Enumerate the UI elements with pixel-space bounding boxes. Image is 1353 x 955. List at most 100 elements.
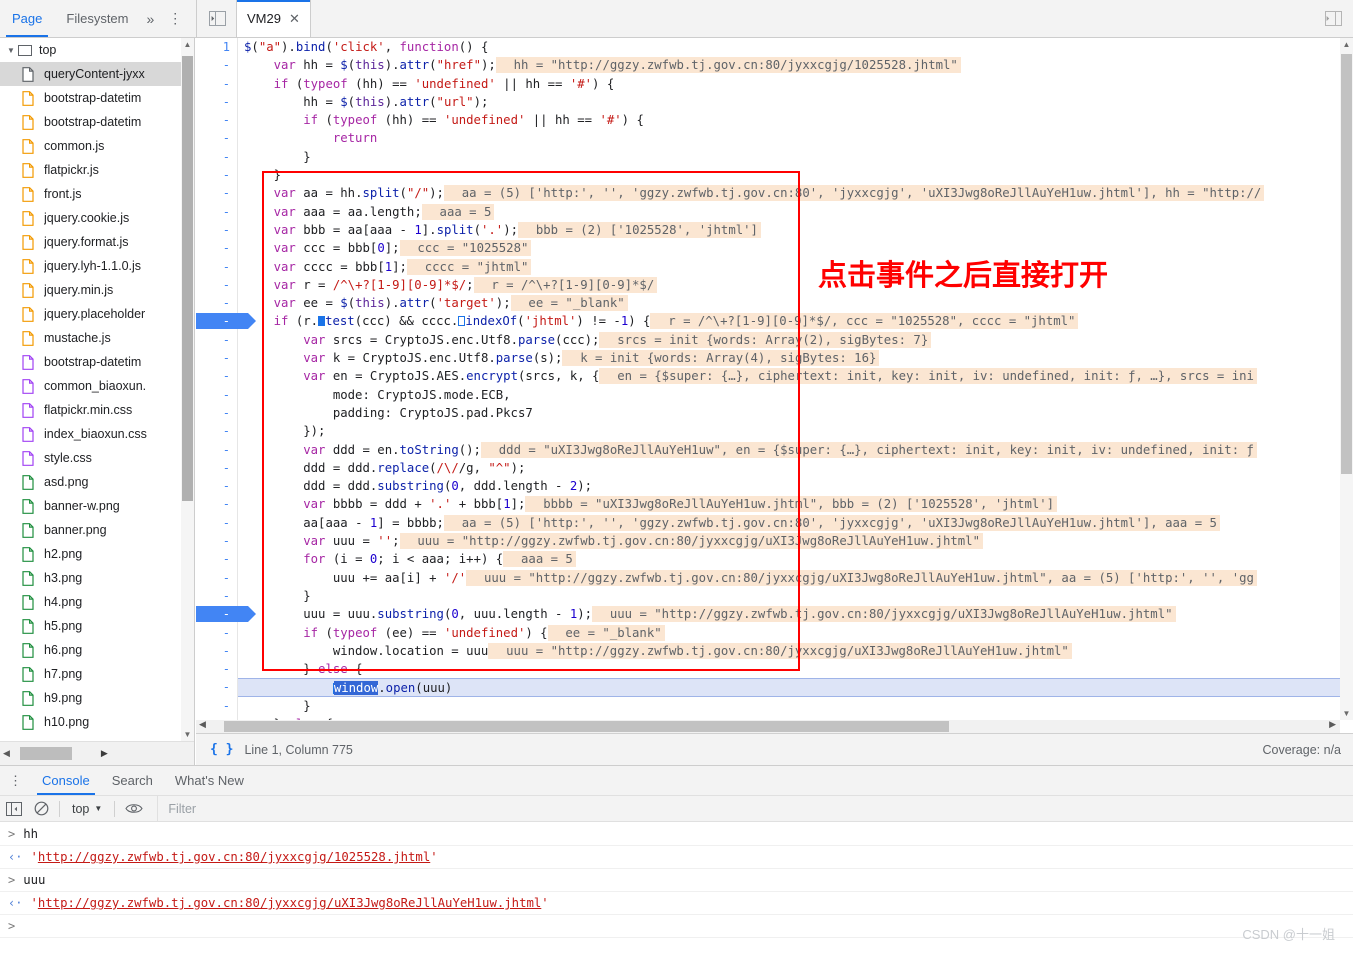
line-number-marker[interactable]: -: [196, 422, 237, 440]
line-number-marker[interactable]: -: [196, 660, 237, 678]
chevron-down-icon[interactable]: ▼: [4, 46, 18, 55]
code-line[interactable]: var k = CryptoJS.enc.Utf8.parse(s); k = …: [238, 349, 1340, 367]
file-tree-item[interactable]: banner.png: [0, 518, 194, 542]
line-number-marker[interactable]: -: [196, 349, 237, 367]
pretty-print-icon[interactable]: { }: [210, 742, 233, 757]
tab-filesystem[interactable]: Filesystem: [54, 0, 140, 37]
file-tree-item[interactable]: jquery.placeholder: [0, 302, 194, 326]
file-list[interactable]: queryContent-jyxx bootstrap-datetim bootst…: [0, 62, 194, 734]
line-number-marker[interactable]: -: [196, 184, 237, 202]
chevron-down-icon[interactable]: ▼: [94, 804, 102, 813]
line-number-marker[interactable]: -: [196, 624, 237, 642]
file-tree-item[interactable]: h7.png: [0, 662, 194, 686]
code-line[interactable]: $("a").bind('click', function() {: [238, 38, 1340, 56]
file-tree-item[interactable]: common.js: [0, 134, 194, 158]
eye-icon[interactable]: [119, 796, 149, 822]
code-line[interactable]: }: [238, 148, 1340, 166]
code-line[interactable]: var en = CryptoJS.AES.encrypt(srcs, k, {…: [238, 367, 1340, 385]
line-number-marker[interactable]: -: [196, 276, 237, 294]
console-output-row[interactable]: ‹· 'http://ggzy.zwfwb.tj.gov.cn:80/jyxxcg…: [0, 892, 1353, 915]
line-number-marker[interactable]: -: [196, 221, 237, 239]
code-line[interactable]: var ccc = bbb[0]; ccc = "1025528": [238, 239, 1340, 257]
code-line[interactable]: if (typeof (hh) == 'undefined' || hh == …: [238, 75, 1340, 93]
line-number-marker[interactable]: -: [196, 495, 237, 513]
file-tree-item[interactable]: bootstrap-datetim: [0, 110, 194, 134]
tab-console[interactable]: Console: [31, 766, 101, 795]
tab-page[interactable]: Page: [0, 0, 54, 37]
file-tree-item[interactable]: common_biaoxun.: [0, 374, 194, 398]
close-icon[interactable]: ✕: [289, 11, 300, 27]
scroll-right-icon[interactable]: ▶: [1329, 719, 1336, 730]
execution-context-selector[interactable]: top ▼: [64, 802, 110, 816]
code-line[interactable]: }: [238, 166, 1340, 184]
code-line[interactable]: if (r. test(ccc) && cccc. indexOf('jhtml')…: [238, 312, 1340, 330]
file-tree-item[interactable]: asd.png: [0, 470, 194, 494]
code-line[interactable]: var uuu = ''; uuu = "http://ggzy.zwfwb.t…: [238, 532, 1340, 550]
code-area[interactable]: 1-------------------------------------- …: [196, 38, 1340, 720]
line-number-marker[interactable]: -: [196, 697, 237, 715]
tree-root-top[interactable]: ▼ top: [0, 38, 194, 62]
scrollbar-thumb[interactable]: [1341, 54, 1352, 474]
console-filter-input[interactable]: Filter: [157, 795, 1353, 822]
line-number-marker[interactable]: -: [196, 56, 237, 74]
line-number-marker[interactable]: -: [196, 111, 237, 129]
source-editor[interactable]: 1-------------------------------------- …: [196, 38, 1353, 765]
code-line[interactable]: window.location = uuu uuu = "http://ggzy…: [238, 642, 1340, 660]
scroll-left-icon[interactable]: ◀: [3, 748, 10, 759]
navigator-kebab-icon[interactable]: ⋮: [160, 10, 190, 27]
code-line[interactable]: ddd = ddd.substring(0, ddd.length - 2);: [238, 477, 1340, 495]
sidebar-vertical-scrollbar[interactable]: ▲ ▼: [181, 38, 194, 741]
line-number-marker[interactable]: -: [196, 569, 237, 587]
line-number-marker[interactable]: -: [196, 93, 237, 111]
file-navigator[interactable]: ▼ top queryContent-jyxx bootstrap-datetim…: [0, 38, 195, 765]
code-line[interactable]: hh = $(this).attr("url");: [238, 93, 1340, 111]
file-tree-item[interactable]: jquery.min.js: [0, 278, 194, 302]
console-input-row[interactable]: > hh: [0, 823, 1353, 846]
line-number-marker[interactable]: -: [196, 386, 237, 404]
console-link[interactable]: 'http://ggzy.zwfwb.tj.gov.cn:80/jyxxcgjg…: [30, 896, 548, 910]
line-number-marker[interactable]: -: [196, 203, 237, 221]
code-line[interactable]: padding: CryptoJS.pad.Pkcs7: [238, 404, 1340, 422]
scrollbar-thumb[interactable]: [182, 56, 193, 501]
code-line[interactable]: var bbb = aa[aaa - 1].split('.'); bbb = …: [238, 221, 1340, 239]
code-line[interactable]: } else {: [238, 660, 1340, 678]
code-line[interactable]: return: [238, 129, 1340, 147]
toggle-navigator-icon[interactable]: [204, 6, 230, 32]
console-output-row[interactable]: ‹· 'http://ggzy.zwfwb.tj.gov.cn:80/jyxxcg…: [0, 846, 1353, 869]
toggle-right-panel-icon[interactable]: [1321, 6, 1345, 30]
code-line[interactable]: window.open(uuu): [238, 678, 1340, 697]
line-number-1[interactable]: 1: [196, 38, 237, 56]
line-number-marker[interactable]: -: [196, 312, 256, 330]
line-number-marker[interactable]: -: [196, 294, 237, 312]
file-tree-item[interactable]: h9.png: [0, 686, 194, 710]
code-line[interactable]: var aa = hh.split("/"); aa = (5) ['http:…: [238, 184, 1340, 202]
scrollbar-thumb-h[interactable]: [224, 721, 949, 732]
clear-console-icon[interactable]: [28, 796, 55, 822]
file-tree-item[interactable]: h10.png: [0, 710, 194, 734]
line-number-marker[interactable]: -: [196, 459, 237, 477]
line-number-marker[interactable]: -: [196, 148, 237, 166]
line-number-marker[interactable]: -: [196, 404, 237, 422]
file-tree-item[interactable]: bootstrap-datetim: [0, 86, 194, 110]
file-tree-item[interactable]: jquery.lyh-1.1.0.js: [0, 254, 194, 278]
file-tree-item[interactable]: h2.png: [0, 542, 194, 566]
file-tree-item[interactable]: style.css: [0, 446, 194, 470]
code-line[interactable]: aa[aaa - 1] = bbbb; aa = (5) ['http:', '…: [238, 514, 1340, 532]
code-line[interactable]: var aaa = aa.length; aaa = 5: [238, 203, 1340, 221]
file-tree-item[interactable]: mustache.js: [0, 326, 194, 350]
scroll-right-icon[interactable]: ▶: [101, 748, 108, 759]
line-number-gutter[interactable]: 1--------------------------------------: [196, 38, 256, 720]
sidebar-horizontal-scrollbar[interactable]: ◀ ▶: [0, 741, 194, 765]
code-line[interactable]: uuu = uuu.substring(0, uuu.length - 1); …: [238, 605, 1340, 623]
line-number-marker[interactable]: -: [196, 441, 237, 459]
console-link[interactable]: 'http://ggzy.zwfwb.tj.gov.cn:80/jyxxcgjg…: [30, 850, 437, 864]
file-tree-item[interactable]: index_biaoxun.css: [0, 422, 194, 446]
line-number-marker[interactable]: -: [196, 514, 237, 532]
tab-search[interactable]: Search: [101, 766, 164, 795]
code-line[interactable]: var ddd = en.toString(); ddd = "uXI3Jwg8…: [238, 441, 1340, 459]
code-line[interactable]: }: [238, 587, 1340, 605]
editor-horizontal-scrollbar[interactable]: ◀ ▶: [196, 719, 1340, 733]
line-number-marker[interactable]: -: [196, 129, 237, 147]
code-line[interactable]: }: [238, 697, 1340, 715]
file-tree-item[interactable]: banner-w.png: [0, 494, 194, 518]
